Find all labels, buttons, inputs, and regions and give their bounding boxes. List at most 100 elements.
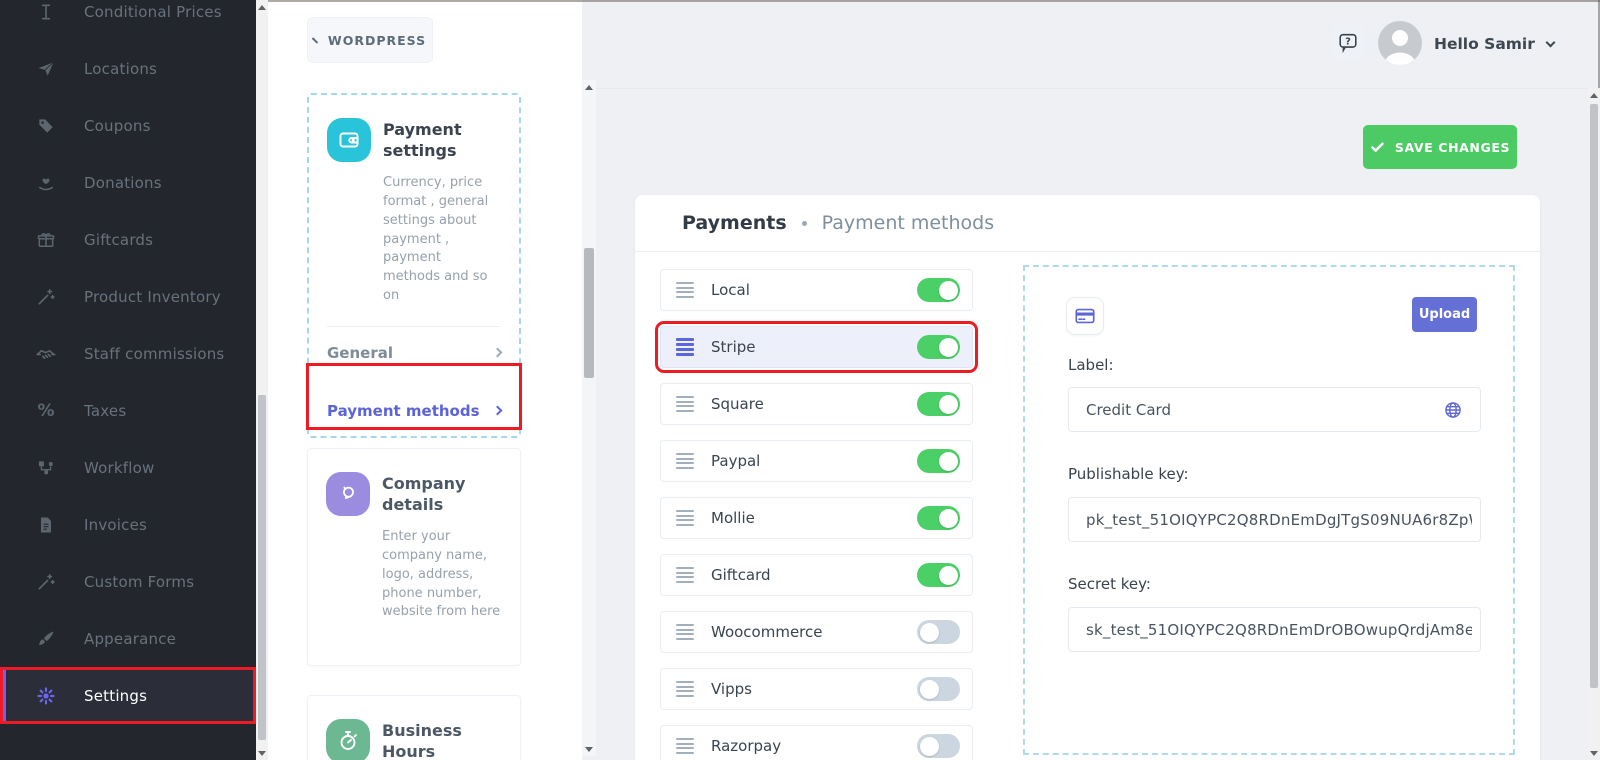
business-hours-card[interactable]: Business Hours: [307, 695, 521, 760]
drag-handle-icon[interactable]: [676, 738, 694, 754]
payment-method-row-paypal[interactable]: Paypal: [660, 440, 973, 482]
breadcrumb-section: Payments: [682, 212, 787, 234]
user-menu[interactable]: Hello Samir: [1434, 0, 1554, 88]
sidebar-item-label: Giftcards: [84, 231, 153, 249]
help-button[interactable]: ?: [1330, 24, 1366, 60]
back-to-wordpress-button[interactable]: WORDPRESS: [307, 17, 433, 63]
publishable-key-input[interactable]: [1068, 497, 1481, 542]
toggle-stripe[interactable]: [917, 335, 960, 359]
scroll-down-arrow[interactable]: [1588, 746, 1600, 760]
payment-method-name: Stripe: [711, 338, 756, 356]
check-icon: [1370, 140, 1385, 155]
payment-method-row-vipps[interactable]: Vipps: [660, 668, 973, 710]
payment-method-row-local[interactable]: Local: [660, 269, 973, 311]
globe-translate-icon[interactable]: [1443, 400, 1463, 420]
sidebar-item-label: Donations: [84, 174, 162, 192]
sidebar-item-custom-forms[interactable]: Custom Forms: [0, 553, 256, 610]
payment-method-row-razorpay[interactable]: Razorpay: [660, 725, 973, 760]
paintbrush-icon: [34, 627, 58, 651]
nav-link-general[interactable]: General: [309, 327, 519, 379]
chevron-left-icon: [312, 37, 318, 43]
drag-handle-icon[interactable]: [676, 567, 694, 583]
page-scrollbar[interactable]: [1588, 88, 1600, 760]
settings-panel-scrollbar[interactable]: [582, 80, 596, 756]
sidebar-item-label: Custom Forms: [84, 573, 194, 591]
scroll-down-arrow[interactable]: [582, 742, 596, 756]
payment-method-row-mollie[interactable]: Mollie: [660, 497, 973, 539]
sidebar-item-invoices[interactable]: Invoices: [0, 496, 256, 553]
label-input[interactable]: [1068, 387, 1481, 432]
scroll-up-arrow[interactable]: [582, 80, 596, 94]
sidebar-item-staff-commissions[interactable]: Staff commissions: [0, 325, 256, 382]
secret-key-input[interactable]: [1068, 607, 1481, 652]
sidebar-item-appearance[interactable]: Appearance: [0, 610, 256, 667]
sidebar-item-settings[interactable]: Settings: [0, 667, 256, 724]
drag-handle-icon[interactable]: [676, 453, 694, 469]
stripe-settings-panel: Upload Label: Publishable key: Secret ke…: [1023, 265, 1515, 755]
card-title: Company details: [382, 472, 502, 516]
ibeam-cursor-icon: [34, 0, 58, 24]
scroll-up-arrow[interactable]: [256, 0, 268, 14]
chevron-down-icon: [1545, 37, 1555, 47]
sidebar-scrollbar[interactable]: [256, 0, 268, 760]
tag-icon: [34, 114, 58, 138]
toggle-vipps[interactable]: [917, 677, 960, 701]
drag-handle-icon[interactable]: [676, 338, 694, 356]
payment-method-name: Razorpay: [711, 737, 781, 755]
svg-text:?: ?: [1345, 37, 1351, 48]
scroll-down-arrow[interactable]: [256, 746, 268, 760]
drag-handle-icon[interactable]: [676, 510, 694, 526]
payment-method-row-woocommerce[interactable]: Woocommerce: [660, 611, 973, 653]
company-details-card[interactable]: Company details Enter your company name,…: [307, 448, 521, 666]
payment-method-row-stripe[interactable]: Stripe: [660, 326, 973, 368]
sidebar-menu: Conditional Prices Locations Coupons Don…: [0, 0, 256, 724]
payment-method-name: Vipps: [711, 680, 752, 698]
nav-link-payment-methods[interactable]: Payment methods: [309, 379, 519, 437]
user-greeting: Hello Samir: [1434, 35, 1535, 53]
save-changes-button[interactable]: SAVE CHANGES: [1363, 125, 1517, 169]
wallet-icon: [327, 118, 371, 162]
toggle-mollie[interactable]: [917, 506, 960, 530]
sidebar: Conditional Prices Locations Coupons Don…: [0, 0, 256, 760]
payment-method-name: Square: [711, 395, 764, 413]
back-button-label: WORDPRESS: [328, 33, 426, 48]
upload-button[interactable]: Upload: [1412, 297, 1477, 332]
payment-method-row-giftcard[interactable]: Giftcard: [660, 554, 973, 596]
sidebar-item-product-inventory[interactable]: Product Inventory: [0, 268, 256, 325]
payment-method-row-square[interactable]: Square: [660, 383, 973, 425]
scrollbar-thumb[interactable]: [258, 395, 266, 740]
toggle-square[interactable]: [917, 392, 960, 416]
sidebar-item-label: Product Inventory: [84, 288, 221, 306]
sidebar-item-label: Settings: [84, 687, 147, 705]
sidebar-item-giftcards[interactable]: Giftcards: [0, 211, 256, 268]
drag-handle-icon[interactable]: [676, 282, 694, 298]
secret-key-label: Secret key:: [1068, 575, 1151, 593]
sidebar-item-donations[interactable]: Donations: [0, 154, 256, 211]
scrollbar-thumb[interactable]: [1590, 104, 1598, 688]
sidebar-item-coupons[interactable]: Coupons: [0, 97, 256, 154]
toggle-paypal[interactable]: [917, 449, 960, 473]
payment-method-name: Local: [711, 281, 750, 299]
sidebar-item-label: Locations: [84, 60, 157, 78]
sidebar-item-conditional-prices[interactable]: Conditional Prices: [0, 0, 256, 40]
sidebar-item-locations[interactable]: Locations: [0, 40, 256, 97]
toggle-woocommerce[interactable]: [917, 620, 960, 644]
card-description: Enter your company name, logo, address, …: [382, 528, 502, 622]
user-avatar[interactable]: [1378, 21, 1422, 65]
sidebar-item-workflow[interactable]: Workflow: [0, 439, 256, 496]
drag-handle-icon[interactable]: [676, 681, 694, 697]
sidebar-item-label: Staff commissions: [84, 345, 224, 363]
toggle-razorpay[interactable]: [917, 734, 960, 758]
card-description: Currency, price format , general setting…: [383, 174, 501, 306]
scroll-up-arrow[interactable]: [1588, 88, 1600, 102]
workflow-icon: [34, 456, 58, 480]
sidebar-item-taxes[interactable]: % Taxes: [0, 382, 256, 439]
toggle-giftcard[interactable]: [917, 563, 960, 587]
drag-handle-icon[interactable]: [676, 624, 694, 640]
breadcrumb-dot: [802, 221, 807, 226]
drag-handle-icon[interactable]: [676, 396, 694, 412]
scrollbar-thumb[interactable]: [584, 248, 594, 378]
toggle-local[interactable]: [917, 278, 960, 302]
breadcrumb-current: Payment methods: [822, 212, 995, 234]
magic-wand-icon: [34, 285, 58, 309]
